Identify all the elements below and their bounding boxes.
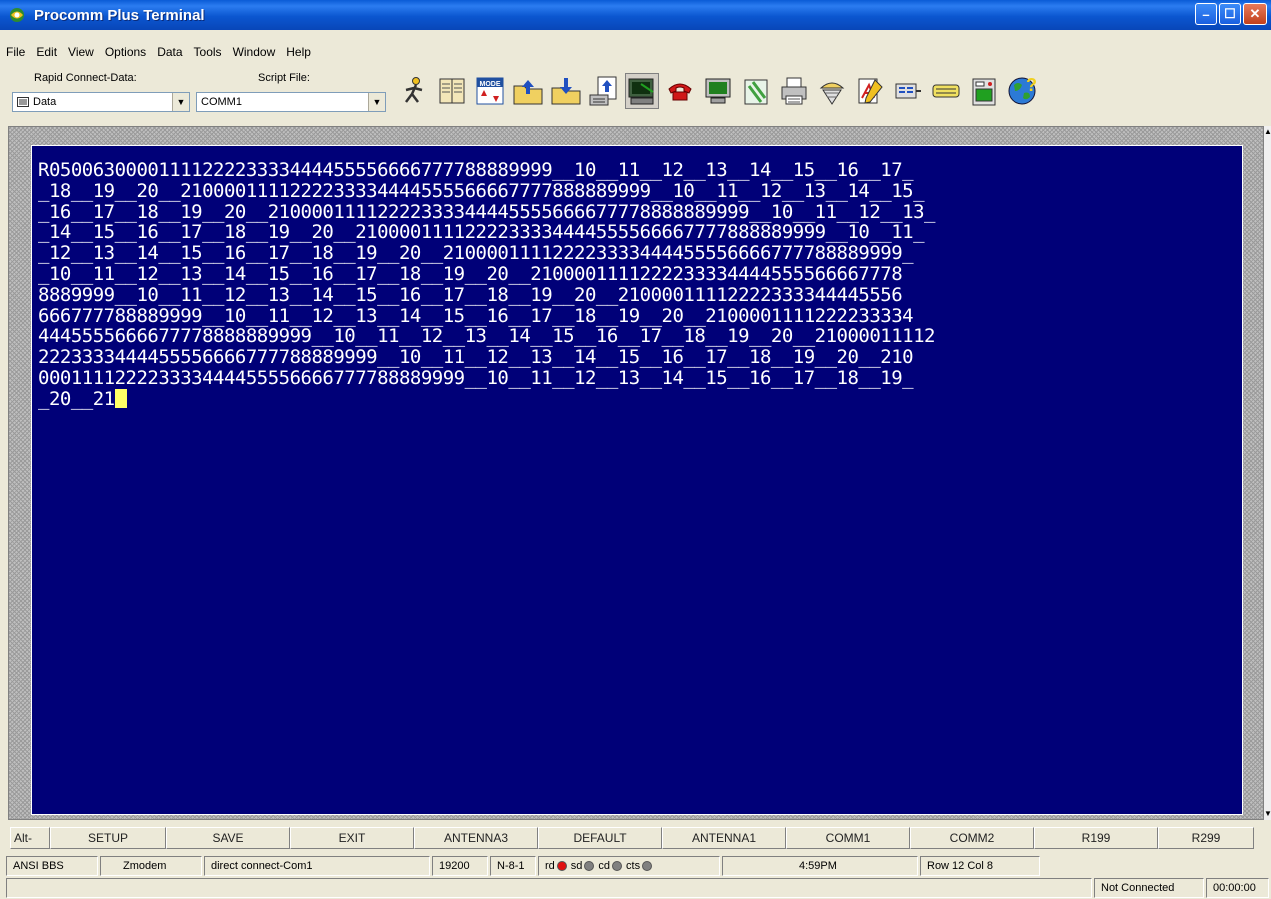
setup-icon[interactable] — [929, 73, 963, 109]
terminal-icon[interactable] — [625, 73, 659, 109]
fkey-comm2[interactable]: COMM2 — [910, 827, 1034, 849]
capture-icon[interactable] — [815, 73, 849, 109]
svg-text:?: ? — [1026, 75, 1037, 95]
rapid-connect-label: Rapid Connect-Data: — [34, 72, 137, 84]
menu-view[interactable]: View — [68, 45, 94, 59]
elapsed-timer: 00:00:00 — [1206, 878, 1269, 898]
connection-status[interactable]: direct connect-Com1 — [204, 856, 430, 876]
key-icon[interactable] — [891, 73, 925, 109]
terminal-line: _14__15__16__17__18__19__20__21000011112… — [38, 221, 925, 244]
cts-led-icon — [642, 861, 653, 871]
printer-icon[interactable] — [777, 73, 811, 109]
data-entry-icon — [17, 97, 29, 107]
chevron-down-icon[interactable]: ▼ — [368, 93, 385, 111]
help-globe-icon[interactable]: ? — [1005, 73, 1039, 109]
terminal-frame: R050063000011112222333344445555666677778… — [8, 126, 1264, 820]
disconnect-phone-icon[interactable] — [663, 73, 697, 109]
menu-data[interactable]: Data — [157, 45, 182, 59]
fkey-r299[interactable]: R299 — [1158, 827, 1254, 849]
menu-help[interactable]: Help — [286, 45, 311, 59]
fkey-comm1[interactable]: COMM1 — [786, 827, 910, 849]
menu-options[interactable]: Options — [105, 45, 146, 59]
rd-led-icon — [556, 861, 567, 871]
terminal-last-line: _20__21 — [38, 387, 935, 410]
cd-led-icon — [612, 861, 623, 871]
terminal-line: 2223333444455556666777788889999__10__11_… — [38, 346, 914, 369]
receive-file-icon[interactable] — [549, 73, 583, 109]
rapid-connect-value: Data — [33, 96, 57, 108]
maximize-button[interactable]: ☐ — [1219, 3, 1241, 25]
chevron-down-icon[interactable]: ▼ — [172, 93, 189, 111]
terminal-screen[interactable]: R050063000011112222333344445555666677778… — [31, 145, 1243, 815]
status-bar: ANSI BBS Zmodem direct connect-Com1 1920… — [0, 856, 1271, 876]
menu-file[interactable]: File — [6, 45, 25, 59]
sd-label: sd — [570, 860, 583, 872]
fkey-antenna3[interactable]: ANTENNA3 — [414, 827, 538, 849]
terminal-output: R050063000011112222333344445555666677778… — [38, 159, 936, 410]
menu-window[interactable]: Window — [233, 45, 276, 59]
vertical-scrollbar[interactable]: ▲ ▼ — [1264, 126, 1271, 820]
phonebook-icon[interactable] — [435, 73, 469, 109]
terminal-line: _18__19__20__210000111122223333444455556… — [38, 179, 925, 202]
toolbar: Rapid Connect-Data: Data ▼ Script File: … — [0, 66, 1271, 124]
parity-status[interactable]: N-8-1 — [490, 856, 536, 876]
upload-icon[interactable] — [587, 73, 621, 109]
scroll-down-arrow-icon[interactable]: ▼ — [1264, 808, 1271, 820]
script-file-label: Script File: — [258, 72, 310, 84]
meter-icon[interactable] — [967, 73, 1001, 109]
function-key-bar: Alt- SETUP SAVE EXIT ANTENNA3 DEFAULT AN… — [0, 826, 1271, 850]
terminal-line: R050063000011112222333344445555666677778… — [38, 159, 914, 181]
fkey-setup[interactable]: SETUP — [50, 827, 166, 849]
script-file-value: COMM1 — [201, 96, 242, 108]
connection-state: Not Connected — [1094, 878, 1204, 898]
menu-edit[interactable]: Edit — [36, 45, 57, 59]
run-script-icon[interactable] — [397, 73, 431, 109]
terminal-line: _16__17__18__19__20__2100001111222233334… — [38, 200, 936, 223]
cursor-position: Row 12 Col 8 — [920, 856, 1040, 876]
baud-status[interactable]: 19200 — [432, 856, 488, 876]
send-file-icon[interactable] — [511, 73, 545, 109]
fkey-antenna1[interactable]: ANTENNA1 — [662, 827, 786, 849]
mode-icon[interactable]: MODE — [473, 73, 507, 109]
cts-label: cts — [626, 860, 641, 872]
menu-bar: File Edit View Options Data Tools Window… — [0, 42, 322, 62]
emulation-status[interactable]: ANSI BBS — [6, 856, 98, 876]
scroll-up-arrow-icon[interactable]: ▲ — [1264, 126, 1271, 138]
editor-icon[interactable] — [853, 73, 887, 109]
status-message-area — [6, 878, 1092, 898]
procomm-app-icon — [10, 8, 24, 22]
terminal-line: _12__13__14__15__16__17__18__19__20__210… — [38, 242, 914, 265]
clock-status: 4:59PM — [722, 856, 918, 876]
terminal-line: 666777788889999__10__11__12__13__14__15_… — [38, 304, 914, 327]
menu-tools[interactable]: Tools — [194, 45, 222, 59]
terminal-line: 8889999__10__11__12__13__14__15__16__17_… — [38, 283, 903, 306]
title-bar: Procomm Plus Terminal – ☐ ✕ — [0, 0, 1271, 30]
fkey-default[interactable]: DEFAULT — [538, 827, 662, 849]
minimize-button[interactable]: – — [1195, 3, 1217, 25]
rd-label: rd — [545, 860, 555, 872]
cd-label: cd — [598, 860, 611, 872]
protocol-status[interactable]: Zmodem — [100, 856, 202, 876]
script-file-dropdown[interactable]: COMM1 ▼ — [196, 92, 386, 112]
fkey-r199[interactable]: R199 — [1034, 827, 1158, 849]
monitor-icon[interactable] — [701, 73, 735, 109]
terminal-line: 4445555666677778888889999__10__11__12__1… — [38, 325, 936, 348]
sd-led-icon — [584, 861, 595, 871]
close-button[interactable]: ✕ — [1243, 3, 1267, 25]
terminal-line: _20__21 — [38, 387, 115, 410]
fkey-exit[interactable]: EXIT — [290, 827, 414, 849]
terminal-line: 000111122223333444455556666777788889999_… — [38, 366, 914, 389]
modem-leds: rd sd cd cts — [538, 856, 720, 876]
connection-status-bar: Not Connected 00:00:00 — [0, 878, 1271, 898]
svg-text:MODE: MODE — [480, 81, 501, 88]
alt-key-toggle[interactable]: Alt- — [10, 827, 50, 849]
fkey-save[interactable]: SAVE — [166, 827, 290, 849]
rapid-connect-dropdown[interactable]: Data ▼ — [12, 92, 190, 112]
terminal-line: _10__11__12__13__14__15__16__17__18__19_… — [38, 262, 903, 285]
window-title: Procomm Plus Terminal — [34, 6, 205, 24]
clipboard-icon[interactable] — [739, 73, 773, 109]
text-cursor — [114, 388, 127, 408]
